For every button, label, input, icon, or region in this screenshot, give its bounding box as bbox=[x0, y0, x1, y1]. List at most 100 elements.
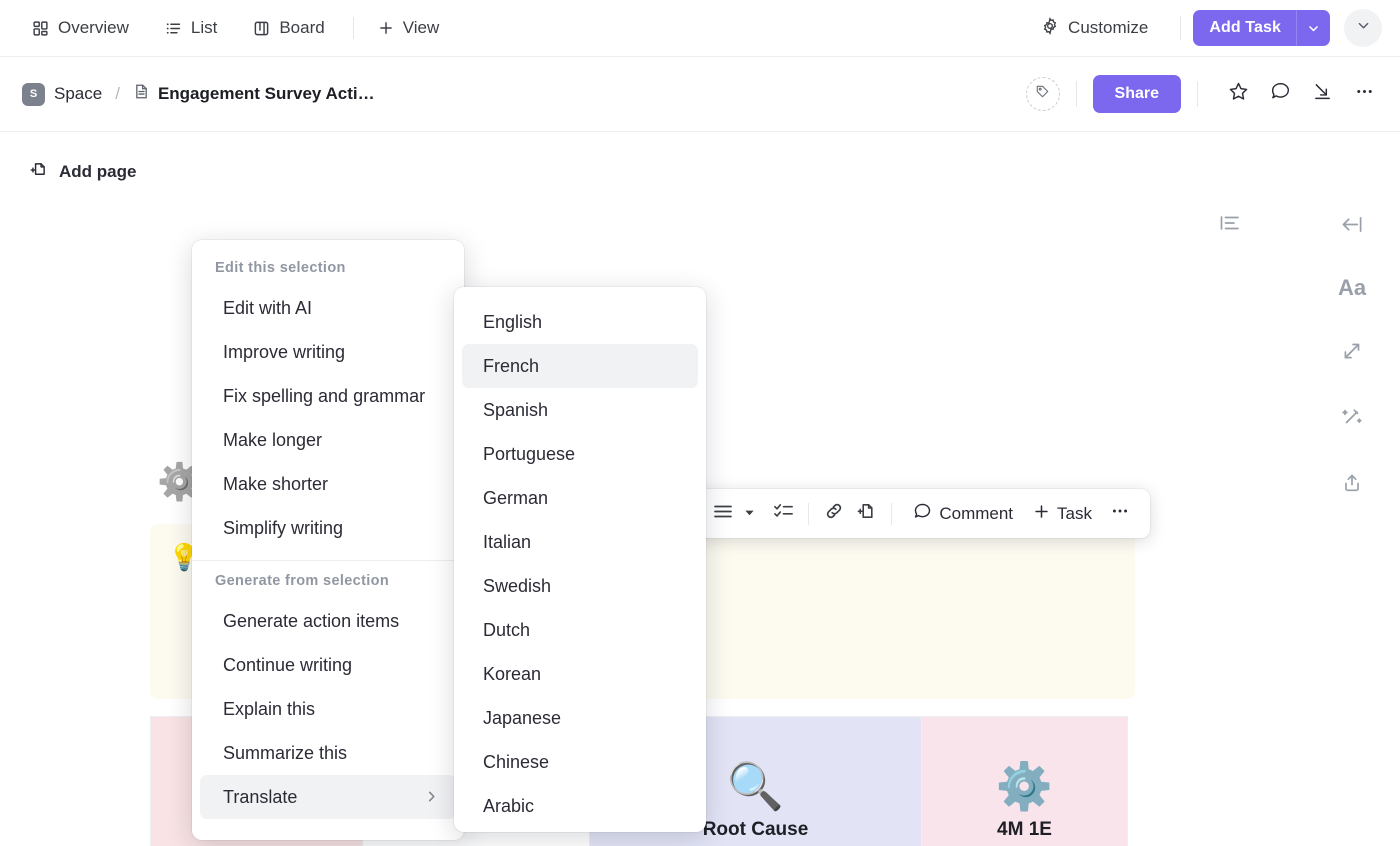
ai-menu-item-label: Simplify writing bbox=[223, 518, 343, 539]
breadcrumb-divider-2 bbox=[1197, 81, 1198, 107]
text-align-dropdown-button[interactable] bbox=[739, 498, 760, 530]
ai-menu-item-edit-with-ai[interactable]: Edit with AI bbox=[200, 286, 456, 330]
share-button[interactable]: Share bbox=[1093, 75, 1181, 113]
breadcrumb: S Space / Engagement Survey Acti… bbox=[0, 83, 375, 106]
more-options-button[interactable] bbox=[1344, 9, 1382, 47]
language-label: English bbox=[483, 312, 542, 333]
ai-menu-item-generate-action-items[interactable]: Generate action items bbox=[200, 599, 456, 643]
collapse-sidebar-button[interactable] bbox=[1332, 207, 1372, 247]
ai-menu-item-label: Improve writing bbox=[223, 342, 345, 363]
ellipsis-icon bbox=[1354, 81, 1375, 107]
table-header-root-cause-label: Root Cause bbox=[703, 819, 809, 840]
add-view-button[interactable]: View bbox=[368, 12, 450, 44]
ai-magic-button[interactable] bbox=[1332, 399, 1372, 439]
space-avatar[interactable]: S bbox=[22, 83, 45, 106]
ai-menu-item-continue-writing[interactable]: Continue writing bbox=[200, 643, 456, 687]
checklist-button[interactable] bbox=[767, 498, 799, 530]
plus-icon bbox=[1033, 503, 1050, 525]
customize-button[interactable]: Customize bbox=[1031, 11, 1158, 46]
ai-menu-item-explain-this[interactable]: Explain this bbox=[200, 687, 456, 731]
task-button[interactable]: Task bbox=[1025, 498, 1100, 530]
export-button[interactable] bbox=[1332, 465, 1372, 505]
link-button[interactable] bbox=[818, 498, 850, 530]
outline-toggle-button[interactable] bbox=[1215, 210, 1245, 236]
chevron-down-icon bbox=[1356, 18, 1371, 38]
page-title: Engagement Survey Acti… bbox=[158, 84, 375, 104]
format-divider bbox=[808, 503, 809, 525]
breadcrumb-separator: / bbox=[115, 84, 120, 104]
text-align-button[interactable] bbox=[707, 498, 739, 530]
add-task-button[interactable]: Add Task bbox=[1193, 10, 1296, 46]
tag-button[interactable] bbox=[1026, 77, 1060, 111]
clickup-doc-page: Overview List bbox=[0, 0, 1400, 846]
view-tab-board[interactable]: Board bbox=[243, 12, 334, 44]
breadcrumb-space-link[interactable]: Space bbox=[54, 84, 102, 104]
language-option-arabic[interactable]: Arabic bbox=[462, 784, 698, 828]
document-icon bbox=[133, 83, 150, 105]
language-option-dutch[interactable]: Dutch bbox=[462, 608, 698, 652]
favorite-button[interactable] bbox=[1220, 76, 1256, 112]
comments-button[interactable] bbox=[1262, 76, 1298, 112]
ai-menu-section-1-title: Edit this selection bbox=[192, 254, 464, 286]
expand-icon bbox=[1341, 340, 1363, 367]
breadcrumb-doc-link[interactable]: Engagement Survey Acti… bbox=[133, 83, 375, 105]
expand-button[interactable] bbox=[1332, 333, 1372, 373]
star-icon bbox=[1228, 81, 1249, 107]
view-tab-list[interactable]: List bbox=[155, 12, 227, 44]
format-more-button[interactable] bbox=[1104, 498, 1136, 530]
add-task-group: Add Task bbox=[1193, 10, 1330, 46]
comment-button[interactable]: Comment bbox=[905, 497, 1021, 531]
ai-menu-item-simplify-writing[interactable]: Simplify writing bbox=[200, 506, 456, 550]
ai-menu-item-label: Translate bbox=[223, 787, 297, 808]
add-page-button[interactable]: Add page bbox=[22, 155, 144, 188]
ai-context-menu: Edit this selection Edit with AI Improve… bbox=[192, 240, 464, 840]
language-label: Portuguese bbox=[483, 444, 575, 465]
language-label: German bbox=[483, 488, 548, 509]
language-label: Swedish bbox=[483, 576, 551, 597]
breadcrumb-divider bbox=[1076, 81, 1077, 107]
language-option-english[interactable]: English bbox=[462, 300, 698, 344]
language-option-italian[interactable]: Italian bbox=[462, 520, 698, 564]
language-option-portuguese[interactable]: Portuguese bbox=[462, 432, 698, 476]
more-menu-button[interactable] bbox=[1346, 76, 1382, 112]
ai-menu-divider bbox=[192, 560, 464, 561]
ai-menu-item-make-shorter[interactable]: Make shorter bbox=[200, 462, 456, 506]
toolbar-divider-2 bbox=[1180, 16, 1181, 40]
comment-bubble-icon bbox=[913, 502, 932, 526]
ai-menu-item-make-longer[interactable]: Make longer bbox=[200, 418, 456, 462]
view-tab-list-label: List bbox=[191, 18, 217, 38]
gear-icon bbox=[1041, 17, 1059, 40]
language-label: Dutch bbox=[483, 620, 530, 641]
gear-arrows-emoji: ⚙️ bbox=[930, 763, 1119, 809]
view-tab-overview[interactable]: Overview bbox=[22, 12, 139, 44]
language-label: Italian bbox=[483, 532, 531, 553]
font-size-icon: Aa bbox=[1338, 275, 1366, 301]
export-icon bbox=[1341, 472, 1363, 499]
language-label: Japanese bbox=[483, 708, 561, 729]
language-option-korean[interactable]: Korean bbox=[462, 652, 698, 696]
language-option-french[interactable]: French bbox=[462, 344, 698, 388]
page-link-button[interactable] bbox=[850, 498, 882, 530]
grid-icon bbox=[32, 20, 49, 37]
ai-menu-item-label: Make longer bbox=[223, 430, 322, 451]
language-option-german[interactable]: German bbox=[462, 476, 698, 520]
ai-menu-item-improve-writing[interactable]: Improve writing bbox=[200, 330, 456, 374]
language-option-swedish[interactable]: Swedish bbox=[462, 564, 698, 608]
language-label: Korean bbox=[483, 664, 541, 685]
collapse-button[interactable] bbox=[1304, 76, 1340, 112]
language-option-spanish[interactable]: Spanish bbox=[462, 388, 698, 432]
top-toolbar-actions: Customize Add Task bbox=[1031, 9, 1400, 47]
language-label: Spanish bbox=[483, 400, 548, 421]
language-label: French bbox=[483, 356, 539, 377]
ai-menu-item-summarize-this[interactable]: Summarize this bbox=[200, 731, 456, 775]
font-settings-button[interactable]: Aa bbox=[1332, 268, 1372, 308]
table-header-4m1e[interactable]: ⚙️ 4M 1E bbox=[922, 717, 1128, 846]
ai-menu-item-translate[interactable]: Translate bbox=[200, 775, 456, 819]
language-option-japanese[interactable]: Japanese bbox=[462, 696, 698, 740]
language-option-chinese[interactable]: Chinese bbox=[462, 740, 698, 784]
add-task-dropdown-button[interactable] bbox=[1296, 10, 1330, 46]
ai-menu-item-fix-spelling-and-grammar[interactable]: Fix spelling and grammar bbox=[200, 374, 456, 418]
add-view-label: View bbox=[403, 18, 440, 38]
ai-menu-item-label: Continue writing bbox=[223, 655, 352, 676]
view-tab-board-label: Board bbox=[279, 18, 324, 38]
